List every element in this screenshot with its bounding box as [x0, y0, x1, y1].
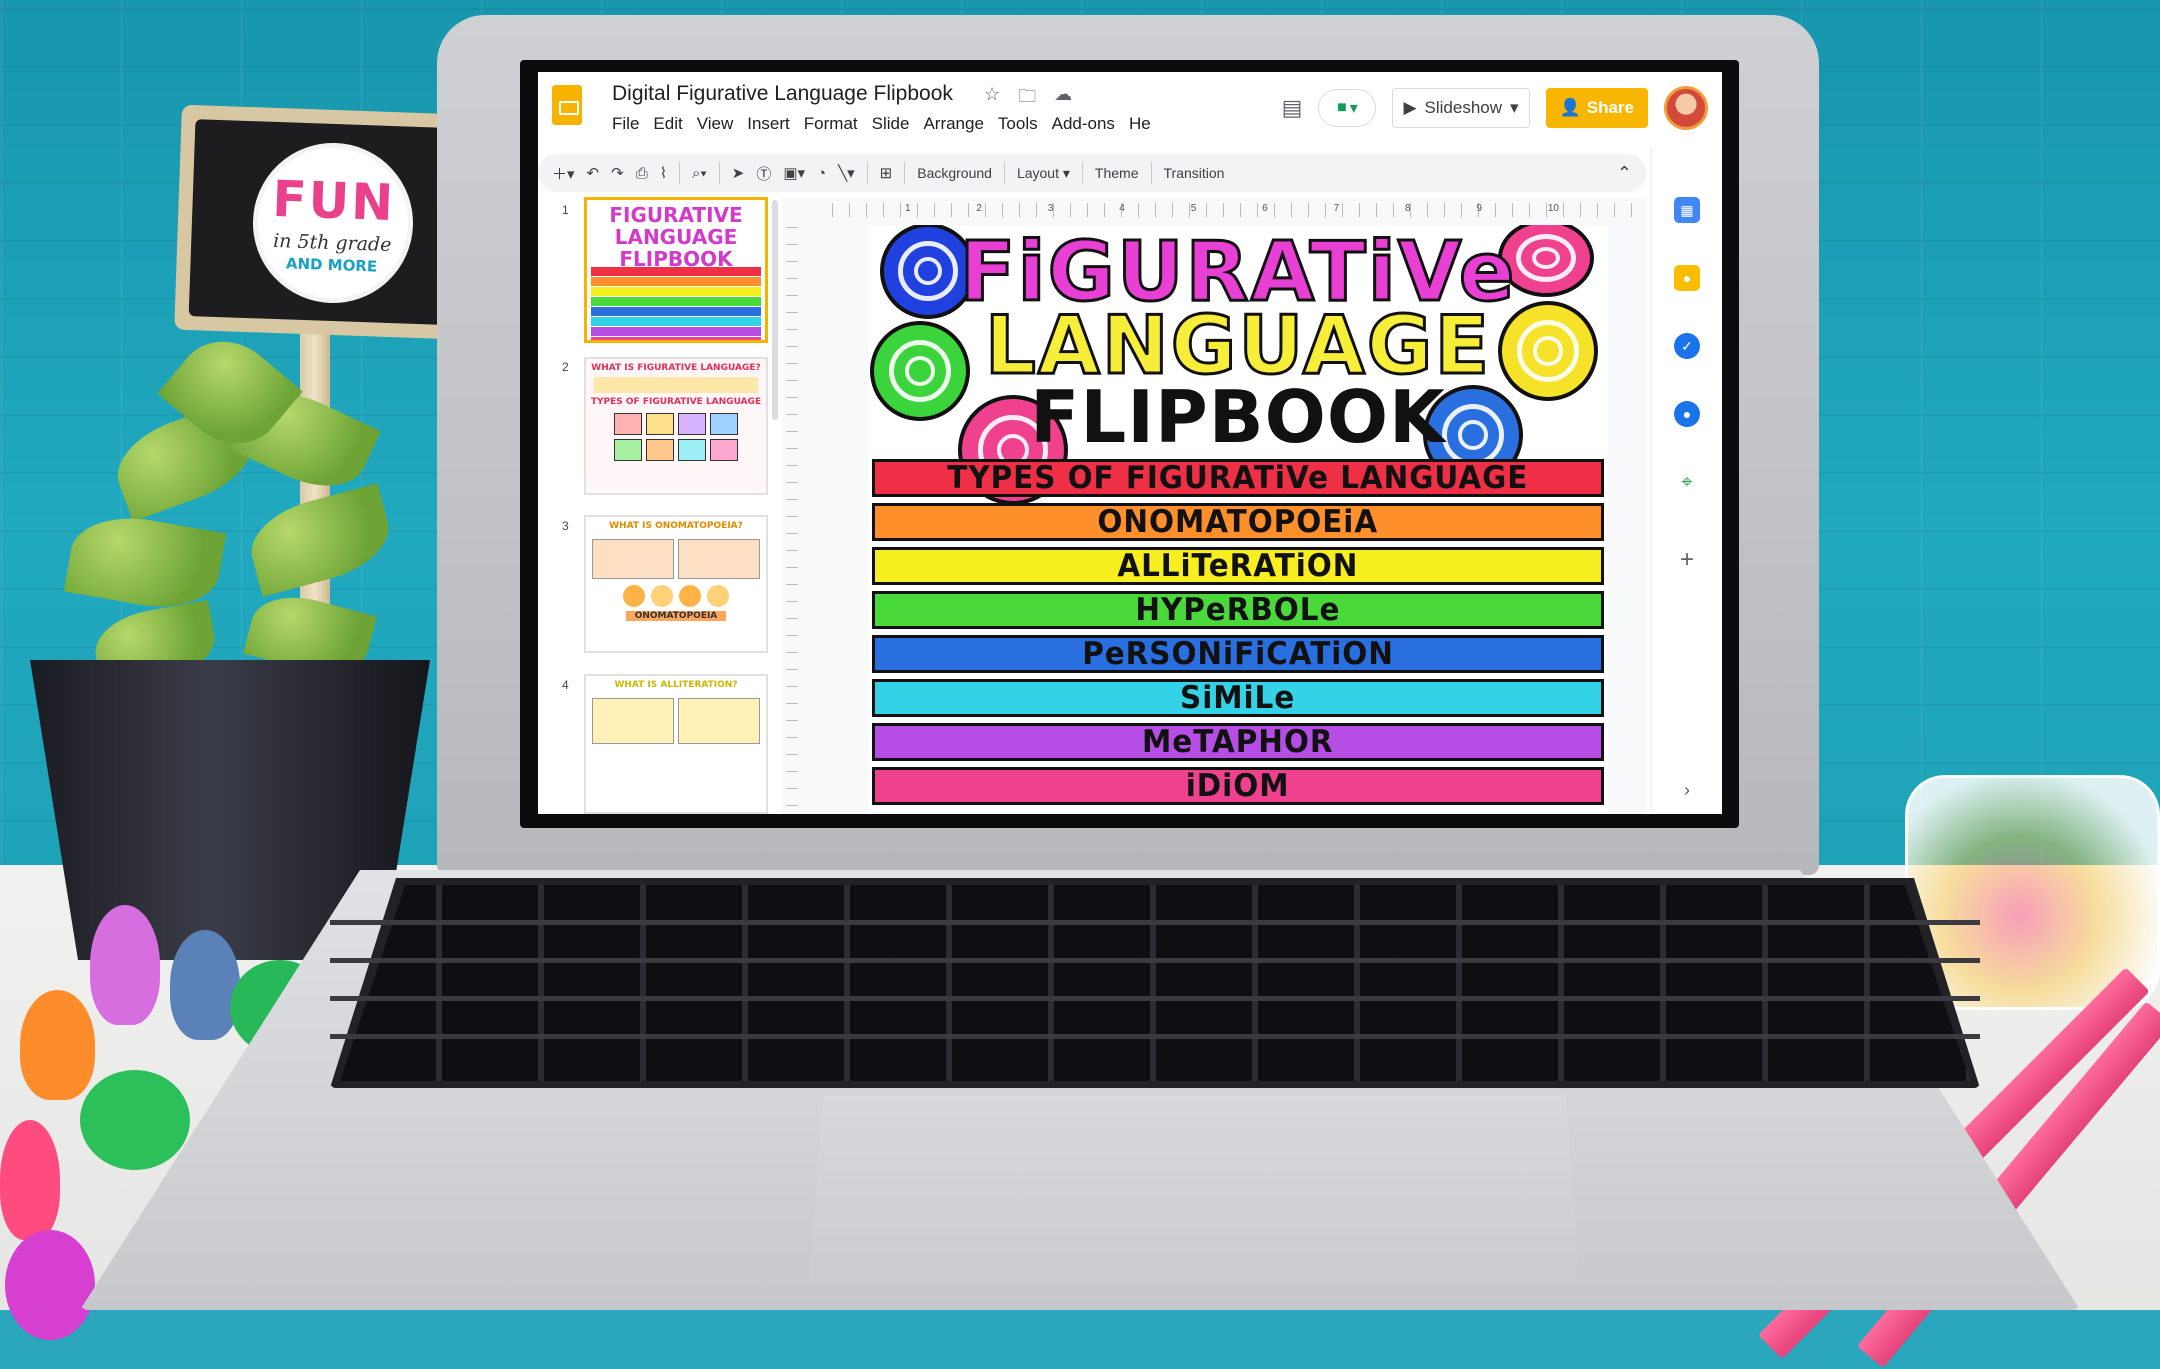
menu-arrange[interactable]: Arrange	[923, 114, 983, 134]
chevron-right-icon[interactable]: ›	[1674, 777, 1700, 803]
flipbook-tab-4: HYPeRBOLe	[872, 591, 1604, 629]
theme-button[interactable]: Theme	[1095, 165, 1139, 181]
slideshow-button[interactable]: ▶ Slideshow ▾	[1392, 88, 1530, 128]
calendar-icon[interactable]: ▦	[1674, 197, 1700, 223]
contacts-icon[interactable]: ●	[1674, 401, 1700, 427]
menu-file[interactable]: File	[612, 114, 639, 134]
flipbook-tab-8: iDiOM	[872, 767, 1604, 805]
menu-view[interactable]: View	[697, 114, 734, 134]
collapse-toolbar-icon[interactable]: ⌃	[1617, 163, 1632, 184]
vertical-ruler	[786, 227, 798, 807]
video-camera-icon: ■	[1337, 99, 1347, 116]
slides-app-window: Digital Figurative Language Flipbook ☆ 🗀…	[538, 72, 1722, 814]
slide-thumbnail-2[interactable]: WHAT IS FIGURATIVE LANGUAGE? TYPES OF FI…	[584, 357, 768, 495]
horizontal-ruler: 1 2 3 4 5 6 7 8 9 10	[832, 203, 1632, 217]
image-icon[interactable]: ▣▾	[783, 164, 805, 182]
chevron-down-icon: ▾	[1349, 100, 1358, 117]
slide-thumbnail-1[interactable]: FIGURATIVE LANGUAGE FLIPBOOK	[584, 197, 768, 343]
print-icon[interactable]: ⎙	[636, 165, 648, 182]
present-icon: ▶	[1403, 98, 1417, 117]
move-folder-icon[interactable]: 🗀	[1018, 84, 1036, 114]
keep-icon[interactable]: ●	[1674, 265, 1700, 291]
slide-title-line-3: FLIPBOOK	[1030, 375, 1446, 459]
add-addon-icon[interactable]: +	[1674, 546, 1700, 573]
new-slide-icon[interactable]: ＋▾	[552, 163, 575, 184]
document-title[interactable]: Digital Figurative Language Flipbook	[612, 82, 953, 106]
background-button[interactable]: Background	[917, 165, 992, 181]
menu-bar: File Edit View Insert Format Slide Arran…	[612, 114, 1151, 134]
flipbook-tab-3: ALLiTeRATiON	[872, 547, 1604, 585]
avatar[interactable]	[1664, 86, 1708, 130]
transition-button[interactable]: Transition	[1164, 165, 1225, 181]
flipbook-tab-6: SiMiLe	[872, 679, 1604, 717]
menu-edit[interactable]: Edit	[653, 114, 682, 134]
text-box-icon[interactable]: Ⓣ	[756, 163, 771, 184]
meet-button[interactable]: ■ ▾	[1318, 89, 1377, 127]
zoom-icon[interactable]: ⌕▾	[692, 165, 707, 182]
menu-add-ons[interactable]: Add-ons	[1052, 114, 1115, 134]
desk-edge	[0, 1310, 2160, 1369]
menu-format[interactable]: Format	[804, 114, 858, 134]
shape-icon[interactable]: ◔	[817, 165, 826, 182]
share-button[interactable]: 👤 Share	[1545, 88, 1648, 128]
app-header: Digital Figurative Language Flipbook ☆ 🗀…	[538, 72, 1722, 147]
maps-icon[interactable]: ⌖	[1674, 469, 1700, 495]
menu-help[interactable]: He	[1129, 114, 1151, 134]
layout-button[interactable]: Layout ▾	[1017, 165, 1070, 182]
select-icon[interactable]: ➤	[732, 164, 745, 182]
fun-in-5th-grade-logo: FUN in 5th grade AND MORE	[250, 139, 416, 306]
flipbook-tab-7: MeTAPHOR	[872, 723, 1604, 761]
cloud-status-icon[interactable]: ☁	[1054, 84, 1072, 114]
add-comment-icon[interactable]: ⊞	[880, 164, 893, 182]
flipbook-tab-1: TYPES OF FIGURATiVe LANGUAGE	[872, 459, 1604, 497]
line-icon[interactable]: ╲▾	[838, 164, 855, 182]
flipbook-tab-5: PeRSONiFiCATiON	[872, 635, 1604, 673]
menu-slide[interactable]: Slide	[872, 114, 910, 134]
toolbar: ＋▾ ↶ ↷ ⎙ ⌇ ⌕▾ ➤ Ⓣ ▣▾ ◔ ╲▾ ⊞ Background L…	[538, 154, 1646, 192]
chevron-down-icon: ▾	[1510, 98, 1519, 117]
menu-insert[interactable]: Insert	[747, 114, 790, 134]
paint-format-icon[interactable]: ⌇	[660, 164, 667, 182]
slide-thumbnail-4[interactable]: WHAT IS ALLITERATION?	[584, 674, 768, 814]
slide-canvas-area: 1 2 3 4 5 6 7 8 9 10 FiGURATiVe LANGUAGE FLIPBOOK…	[782, 197, 1647, 814]
trackpad[interactable]	[808, 1095, 1581, 1285]
flipbook-tab-2: ONOMATOPOEiA	[872, 503, 1604, 541]
current-slide[interactable]: FiGURATiVe LANGUAGE FLIPBOOK TYPES OF FI…	[868, 225, 1608, 814]
slide-thumbnail-3[interactable]: WHAT IS ONOMATOPOEIA? ONOMATOPOEIA	[584, 515, 768, 653]
slide-filmstrip: 1 FIGURATIVE LANGUAGE FLIPBOOK 2 WHAT IS…	[538, 197, 778, 814]
tasks-icon[interactable]: ✓	[1674, 333, 1700, 359]
star-icon[interactable]: ☆	[984, 84, 1000, 114]
filmstrip-scrollbar[interactable]	[772, 200, 778, 420]
comment-history-icon[interactable]: ▤	[1282, 95, 1303, 121]
menu-tools[interactable]: Tools	[998, 114, 1038, 134]
person-icon: 👤	[1559, 98, 1581, 117]
redo-icon[interactable]: ↷	[611, 164, 624, 182]
slides-logo-icon[interactable]	[552, 85, 582, 125]
side-panel: ▦ ● ✓ ● ⌖ + ›	[1651, 147, 1722, 814]
undo-icon[interactable]: ↶	[587, 164, 600, 182]
keyboard-keys	[340, 885, 1970, 1081]
